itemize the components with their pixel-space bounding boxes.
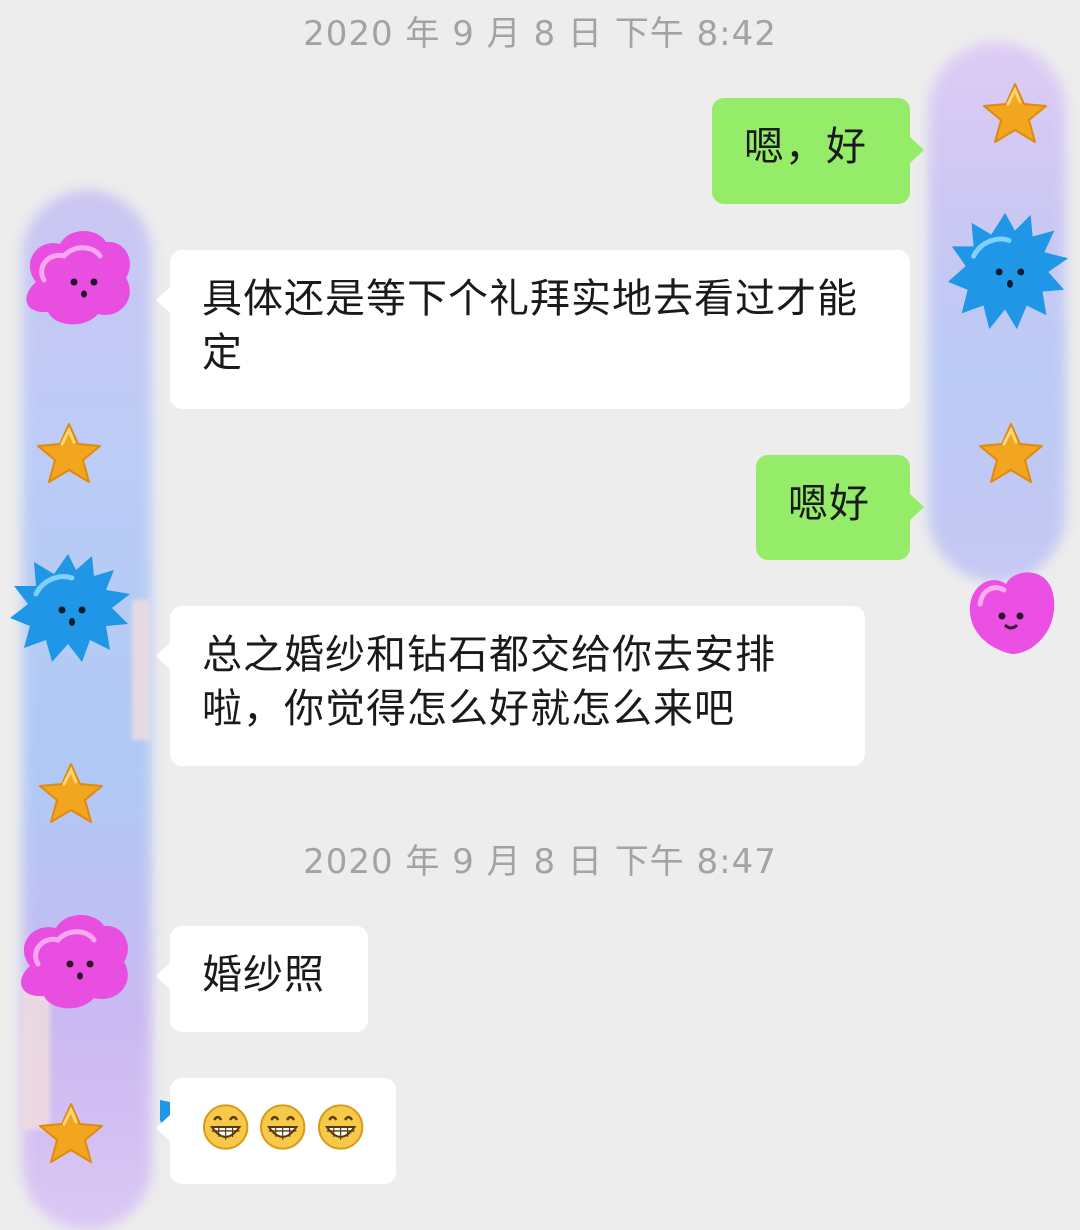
star-sticker xyxy=(39,763,103,823)
message-text: 嗯，好 xyxy=(744,124,867,170)
star-sticker xyxy=(979,423,1043,483)
emoji-row xyxy=(202,1100,364,1154)
message-bubble-incoming[interactable]: 总之婚纱和钻石都交给你去安排啦，你觉得怎么好就怎么来吧 xyxy=(156,606,865,766)
message-text: 婚纱照 xyxy=(202,952,325,998)
grin-emoji-icon xyxy=(317,1104,363,1150)
timestamp: 2020 年 9 月 8 日 下午 8:47 xyxy=(303,842,777,882)
message-bubble-incoming[interactable] xyxy=(156,1078,396,1184)
grin-emoji-icon xyxy=(260,1104,306,1150)
message-bubble-incoming[interactable]: 婚纱照 xyxy=(156,926,368,1032)
message-bubble-outgoing[interactable]: 嗯，好 xyxy=(712,98,924,204)
message-bubble-incoming[interactable]: 具体还是等下个礼拜实地去看过才能定 xyxy=(156,250,910,409)
blue-splat-sticker xyxy=(947,212,1069,330)
message-text: 总之婚纱和钻石都交给你去安排啦，你觉得怎么好就怎么来吧 xyxy=(202,632,776,732)
blue-splat-sticker xyxy=(10,554,130,662)
message-bubble-outgoing[interactable]: 嗯好 xyxy=(756,455,924,560)
pink-blob-sticker xyxy=(21,915,128,1009)
pink-blob-sticker xyxy=(26,231,130,325)
message-text: 嗯好 xyxy=(788,481,870,527)
star-sticker xyxy=(39,1103,103,1163)
message-text: 具体还是等下个礼拜实地去看过才能定 xyxy=(202,276,858,376)
grin-emoji-icon xyxy=(202,1104,249,1150)
timestamp: 2020 年 9 月 8 日 下午 8:42 xyxy=(303,14,777,54)
star-sticker xyxy=(37,423,101,483)
pink-heart-blob-sticker xyxy=(969,572,1055,654)
star-sticker xyxy=(983,83,1047,143)
